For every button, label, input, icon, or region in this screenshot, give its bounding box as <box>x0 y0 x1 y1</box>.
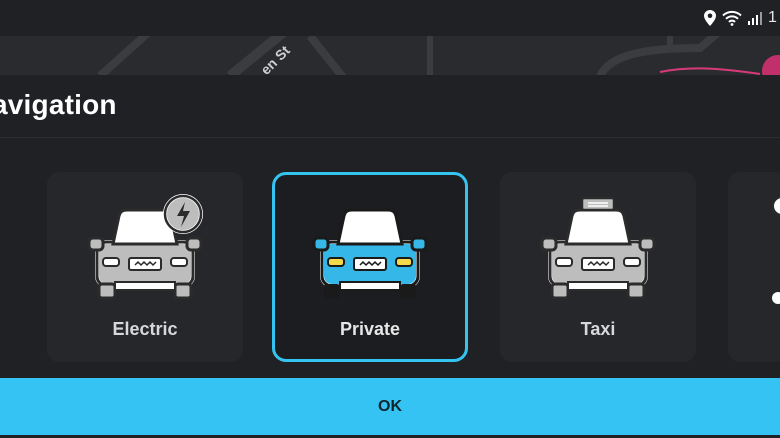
wifi-icon <box>722 10 742 26</box>
option-card-taxi[interactable]: Taxi <box>500 172 696 362</box>
status-bar: 1 <box>0 0 780 36</box>
option-card-private[interactable]: Private <box>272 172 468 362</box>
sheet-title: avigation <box>0 89 117 120</box>
map-roads <box>97 36 780 76</box>
ok-button[interactable]: OK <box>0 378 780 435</box>
location-pin-icon <box>704 10 716 26</box>
option-card-electric[interactable]: Electric <box>47 172 243 362</box>
private-car-icon <box>312 208 428 298</box>
signal-icon <box>748 12 762 25</box>
divider <box>0 137 780 138</box>
status-icons: 1 <box>704 8 780 28</box>
option-label-taxi: Taxi <box>580 319 616 339</box>
taxi-icon <box>540 196 656 300</box>
option-card-next-partial[interactable] <box>728 172 780 362</box>
navigation-type-sheet: avigation Electric Private Taxi OK <box>0 75 780 438</box>
option-label-private: Private <box>339 319 401 339</box>
next-option-icon <box>772 196 780 304</box>
option-label-electric: Electric <box>112 319 178 339</box>
electric-car-icon <box>87 194 203 300</box>
status-time: 1 <box>768 9 777 26</box>
map-view[interactable]: en St <box>0 36 780 76</box>
